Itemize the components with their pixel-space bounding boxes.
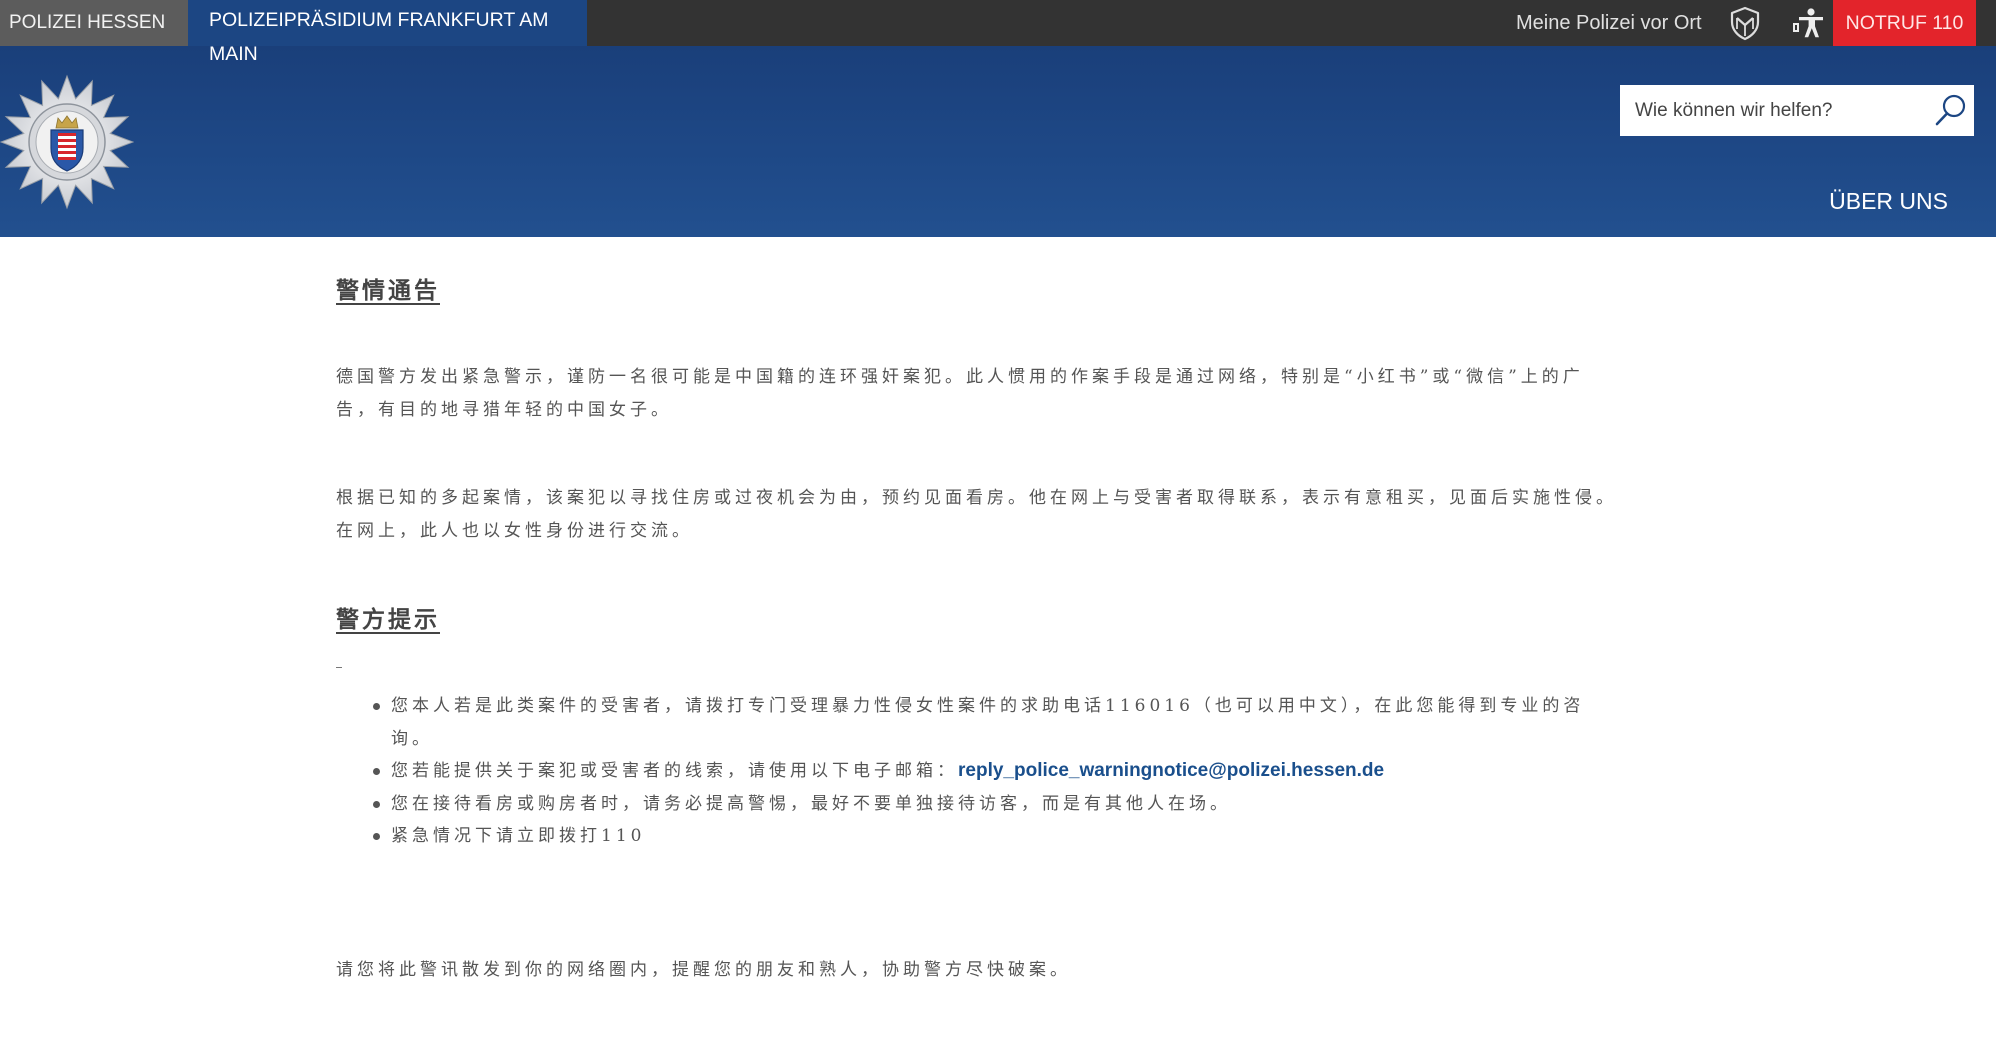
search-icon-graphic [1935,94,1966,126]
top-bar: POLIZEI HESSEN POLIZEIPRÄSIDIUM FRANKFUR… [0,0,1996,65]
tip-text: 紧急情况下请立即拨打110 [391,826,646,846]
bullet-dot [373,768,380,775]
tip-text: 您本人若是此类案件的受害者，请拨打专门受理暴力性侵女性案件的求助电话116016… [391,696,1585,749]
site-title-link[interactable]: POLIZEIPRÄSIDIUM FRANKFURT AM MAIN [209,3,569,71]
paragraph-warning: 德国警方发出紧急警示，谨防一名很可能是中国籍的连环强奸案犯。此人惯用的作案手段是… [336,367,1584,420]
lion-stripes [58,133,76,160]
site-tab: POLIZEIPRÄSIDIUM FRANKFURT AM MAIN [188,0,587,65]
paragraph-modus-operandi: 根据已知的多起案情，该案犯以寻找住房或过夜机会为由，预约见面看房。他在网上与受害… [336,488,1617,541]
site-header: ÜBER UNS [0,46,1996,237]
bullet-dot [373,703,380,710]
nav-item-about-us[interactable]: ÜBER UNS [1829,185,1948,217]
accessibility-icon[interactable] [1790,6,1824,40]
police-star-crest-logo-graphic [0,74,135,210]
heading-police-tips: 警方提示 [336,606,440,633]
list-item: 紧急情况下请立即拨打110 [373,820,1620,853]
email-link[interactable]: reply_police_warningnotice@polizei.hesse… [958,760,1384,781]
map-shield-icon-graphic [1730,6,1760,41]
heading-police-notice: 警情通告 [336,277,440,304]
tip-text: 您若能提供关于案犯或受害者的线索，请使用以下电子邮箱： [391,761,958,781]
list-item: 您在接待看房或购房者时，请务必提高警惕，最好不要单独接待访客，而是有其他人在场。 [373,788,1620,821]
search-box [1620,85,1974,136]
brand-link-polizei-hessen[interactable]: POLIZEI HESSEN [0,0,188,46]
list-item: 您本人若是此类案件的受害者，请拨打专门受理暴力性侵女性案件的求助电话116016… [373,690,1620,755]
paragraph-closing: 请您将此警讯散发到你的网络圈内，提醒您的朋友和熟人，协助警方尽快破案。 [336,960,1071,980]
map-shield-icon[interactable] [1727,5,1763,41]
emergency-call-button[interactable]: NOTRUF 110 [1833,0,1976,46]
tip-text: 您在接待看房或购房者时，请务必提高警惕，最好不要单独接待访客，而是有其他人在场。 [391,793,1231,814]
search-input[interactable] [1620,85,1920,136]
bullet-dot [373,833,380,840]
search-icon[interactable] [1931,92,1969,130]
tips-list: 您本人若是此类案件的受害者，请拨打专门受理暴力性侵女性案件的求助电话116016… [336,690,1620,853]
divider-mark [336,667,342,668]
accessibility-icon-graphic [1793,8,1823,38]
police-star-crest-logo[interactable] [0,70,135,210]
list-item: 您若能提供关于案犯或受害者的线索，请使用以下电子邮箱：reply_police_… [373,755,1620,788]
local-police-link[interactable]: Meine Polizei vor Ort [1516,0,1702,46]
bullet-dot [373,800,380,808]
